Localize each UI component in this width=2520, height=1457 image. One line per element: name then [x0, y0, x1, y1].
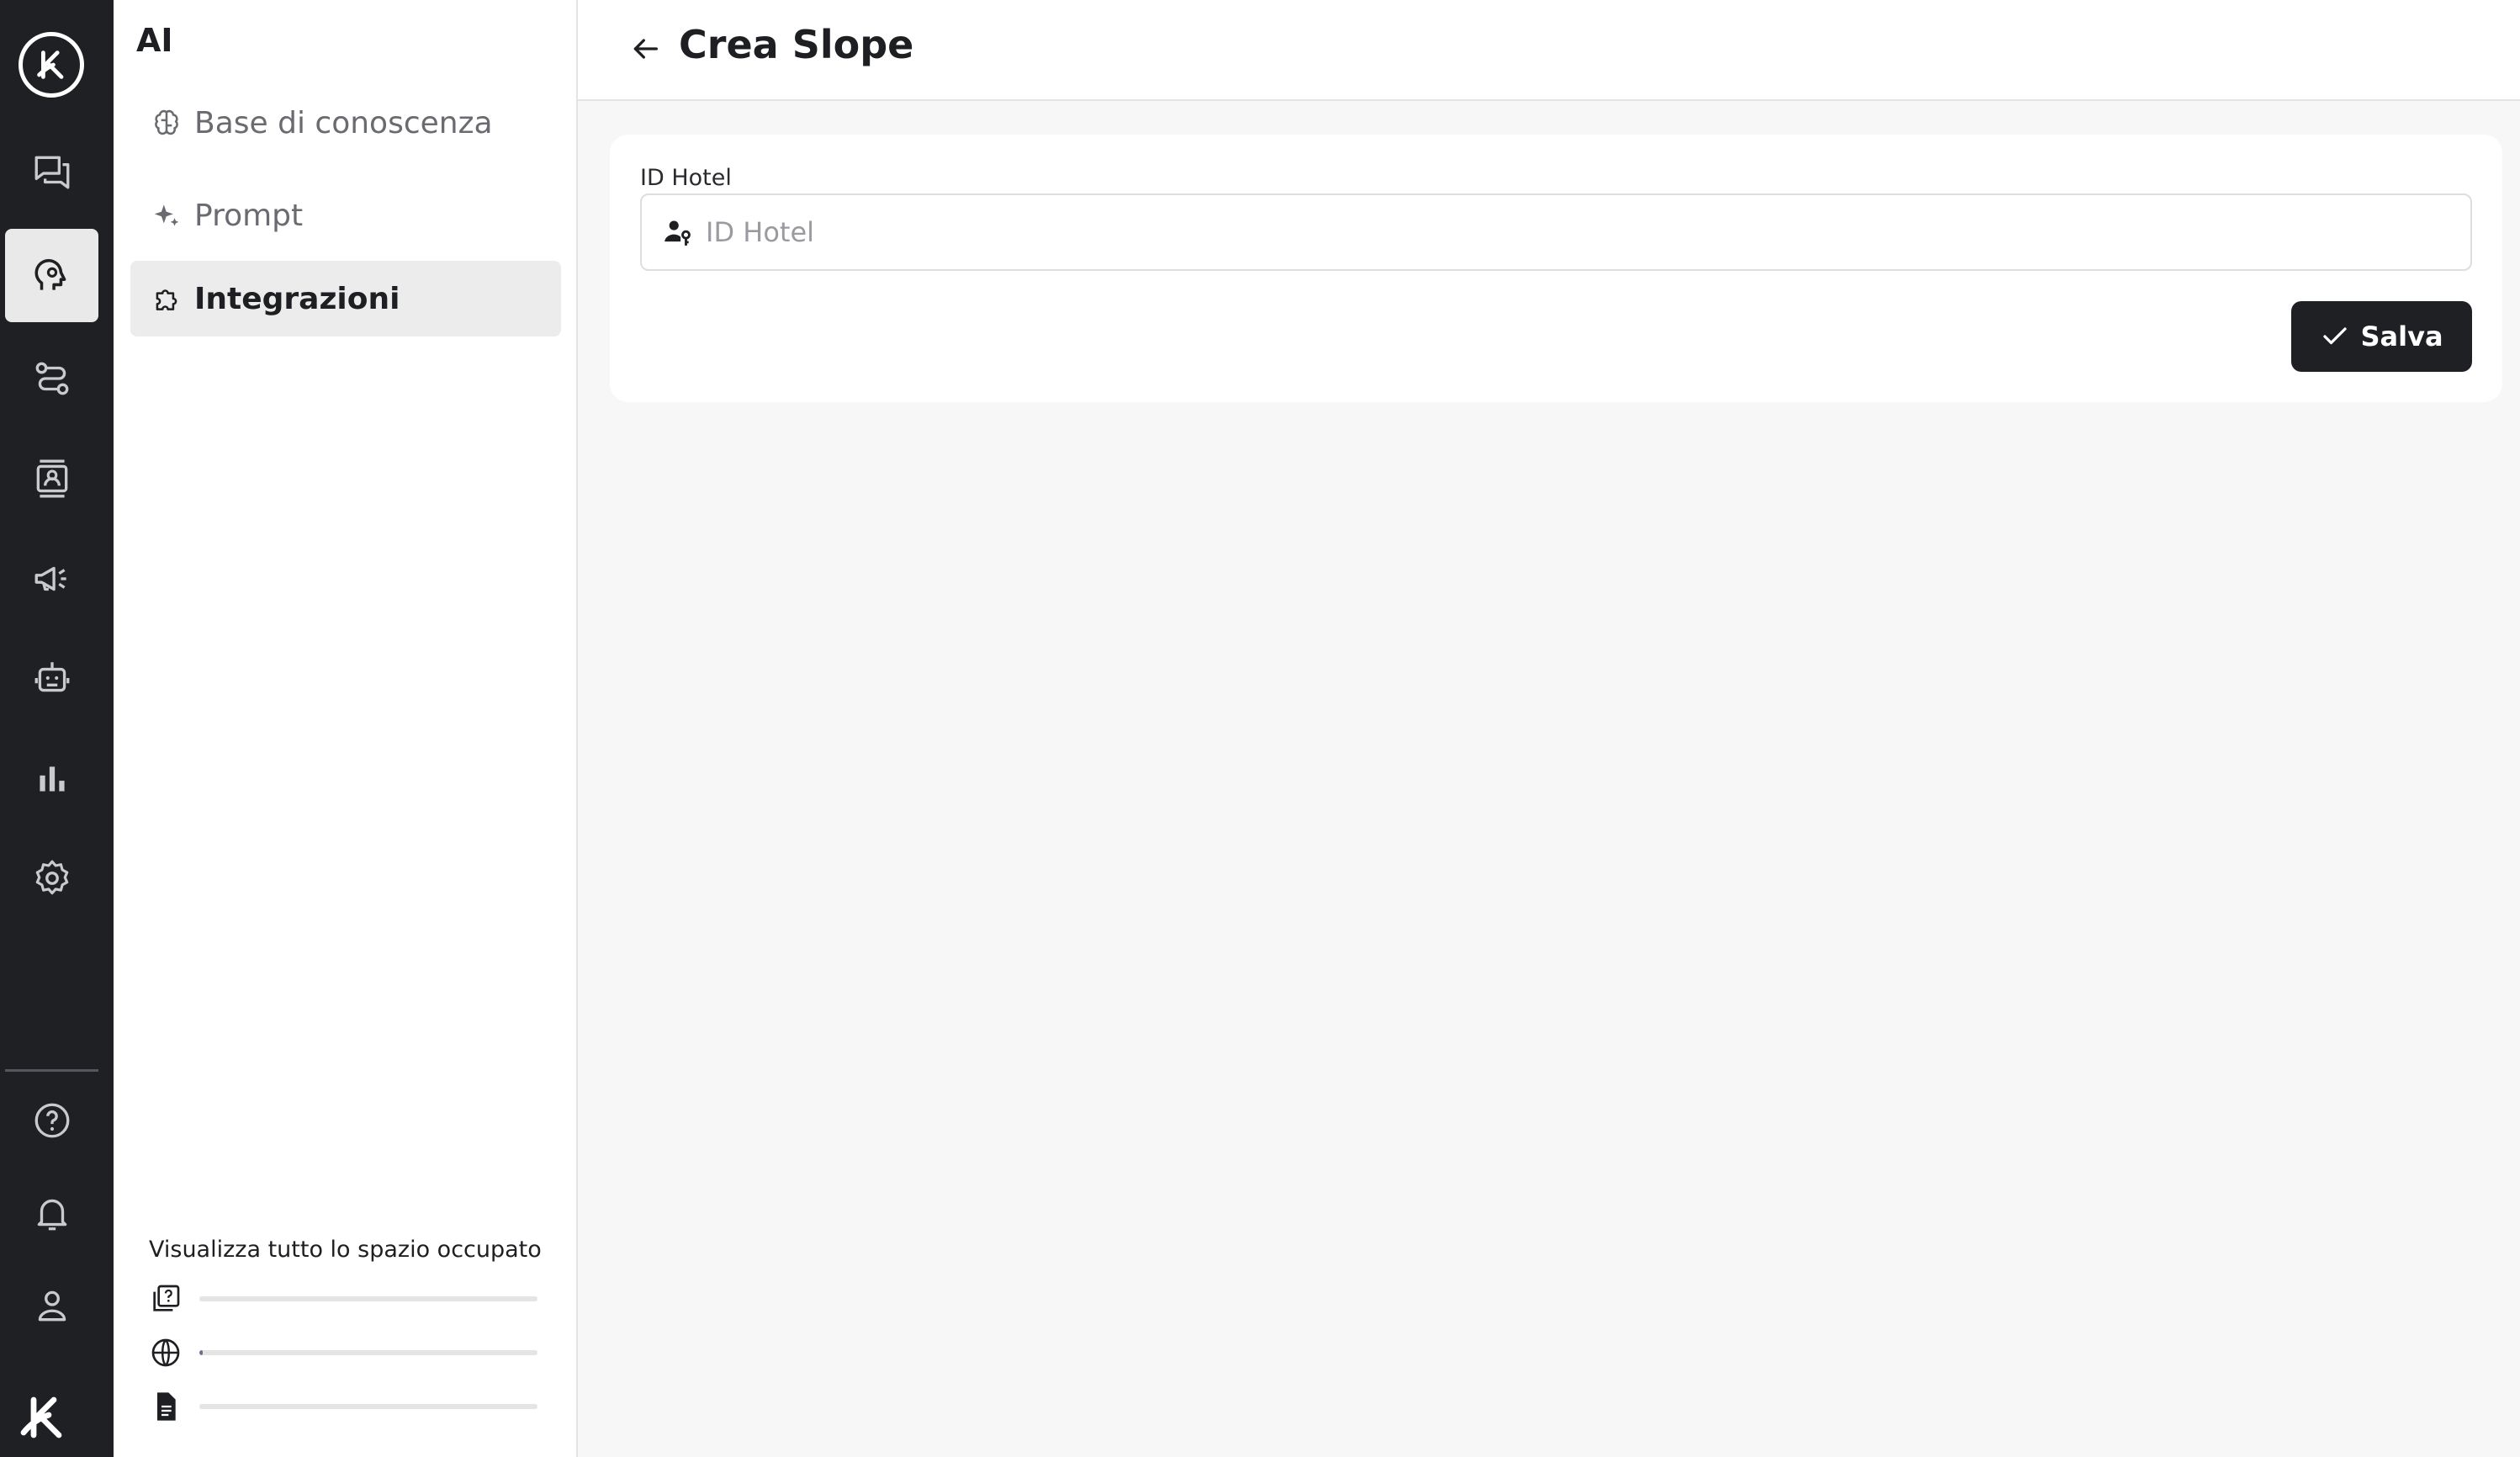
globe-icon — [151, 1338, 180, 1367]
rail-divider — [5, 1069, 98, 1072]
sidebar-item-knowledge-base[interactable]: Base di conoscenza — [130, 85, 561, 161]
chat-icon — [34, 156, 69, 188]
rail-bots-button[interactable] — [5, 631, 98, 724]
rail-notifications-button[interactable] — [5, 1166, 98, 1259]
sidebar-item-integrations[interactable]: Integrazioni — [130, 261, 561, 336]
hotel-id-label: ID Hotel — [640, 165, 732, 191]
logo-k-icon — [37, 50, 64, 79]
rail-settings-button[interactable] — [5, 831, 98, 925]
page-title: Crea Slope — [679, 22, 914, 67]
sidebar-item-label: Base di conoscenza — [194, 105, 493, 140]
rail-campaigns-button[interactable] — [5, 532, 98, 625]
routes-icon — [35, 362, 68, 395]
brain-icon — [155, 109, 178, 135]
help-icon — [34, 1103, 69, 1137]
sidebar-title: AI — [136, 22, 173, 59]
page-header: Crea Slope — [578, 0, 2520, 101]
rail-analytics-button[interactable] — [5, 732, 98, 825]
rail-contacts-button[interactable] — [5, 432, 98, 525]
storage-fill — [199, 1350, 204, 1355]
user-icon — [38, 1290, 66, 1321]
rail-profile-button[interactable] — [5, 1258, 98, 1352]
icon-rail — [0, 0, 114, 1457]
back-button[interactable] — [622, 25, 669, 72]
robot-icon — [34, 661, 69, 691]
megaphone-icon — [34, 566, 66, 591]
sidebar-item-label: Prompt — [194, 198, 304, 233]
rail-help-button[interactable] — [5, 1073, 98, 1167]
analytics-icon — [39, 766, 65, 792]
storage-row-documents — [149, 1388, 553, 1425]
sidebar-item-label: Integrazioni — [194, 281, 400, 316]
storage-row-web — [149, 1334, 553, 1371]
form-card: ID Hotel Salva — [610, 135, 2502, 402]
rail-ai-button[interactable] — [5, 229, 98, 322]
arrow-left-icon — [633, 39, 658, 59]
hotel-id-field[interactable] — [640, 193, 2472, 271]
storage-row-faq — [149, 1280, 553, 1317]
settings-icon — [35, 860, 68, 894]
sparkles-icon — [154, 204, 179, 226]
brand-mark-icon — [20, 1396, 62, 1438]
save-button-label: Salva — [2360, 321, 2443, 352]
storage-bar-documents — [199, 1404, 537, 1409]
puzzle-icon — [156, 289, 177, 310]
storage-title[interactable]: Visualizza tutto lo spazio occupato — [149, 1237, 542, 1263]
rail-routes-button[interactable] — [5, 331, 98, 425]
user-key-icon — [664, 220, 691, 246]
sidebar-item-prompt[interactable]: Prompt — [130, 177, 561, 253]
hotel-id-input[interactable] — [706, 216, 2455, 248]
ai-sidebar: AI Base di conoscenza Prompt Integrazion… — [114, 0, 578, 1457]
rail-chat-button[interactable] — [5, 125, 98, 218]
save-button[interactable]: Salva — [2291, 301, 2472, 372]
ai-head-icon — [34, 258, 66, 290]
storage-bar-faq — [199, 1296, 537, 1301]
storage-bar-web — [199, 1350, 537, 1355]
app-logo-icon[interactable] — [19, 32, 84, 98]
contacts-icon — [36, 459, 67, 497]
check-icon — [2323, 327, 2348, 345]
bell-icon — [37, 1199, 66, 1230]
faq-icon — [153, 1285, 180, 1311]
document-icon — [157, 1392, 176, 1421]
